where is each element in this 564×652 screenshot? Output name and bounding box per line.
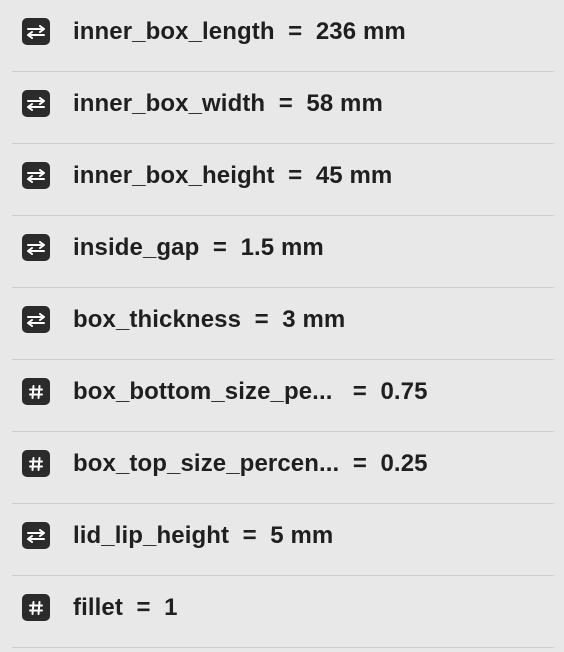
length-arrows-icon [22, 162, 50, 189]
parameter-value: 236 mm [315, 18, 406, 45]
parameter-name: inner_box_width [73, 90, 266, 117]
parameter-value: 0.75 [380, 378, 428, 405]
parameter-value: 1.5 mm [240, 234, 324, 261]
equals-sign: = [332, 378, 381, 405]
parameter-text: lid_lip_height = 5 mm [73, 522, 333, 550]
equals-sign: = [122, 594, 165, 621]
parameter-value: 1 [164, 594, 178, 621]
parameter-text: box_top_size_percen... = 0.25 [73, 450, 428, 478]
parameter-name: inner_box_length [73, 18, 275, 45]
parameter-row-box-top-size-percentage[interactable]: box_top_size_percen... = 0.25 [12, 432, 554, 504]
equals-sign: = [274, 18, 316, 45]
parameter-text: fillet = 1 [73, 594, 178, 622]
parameter-text: box_thickness = 3 mm [73, 306, 345, 334]
length-arrows-icon [22, 306, 50, 333]
parameter-value: 0.25 [380, 450, 428, 477]
length-arrows-icon [22, 522, 50, 549]
equals-sign: = [265, 90, 307, 117]
parameter-name: box_top_size_percen... [73, 450, 340, 477]
parameter-text: inner_box_length = 236 mm [73, 18, 406, 46]
length-arrows-icon [22, 90, 50, 117]
number-hash-icon [22, 594, 50, 621]
parameter-value: 45 mm [315, 162, 393, 189]
parameter-name: inside_gap [73, 234, 200, 261]
equals-sign: = [339, 450, 381, 477]
parameter-name: fillet [73, 594, 123, 621]
parameter-name: box_thickness [73, 306, 242, 333]
parameter-row-fillet[interactable]: fillet = 1 [12, 576, 554, 648]
length-arrows-icon [22, 18, 50, 45]
parameter-name: box_bottom_size_pe... [73, 378, 333, 405]
parameter-name: lid_lip_height [73, 522, 230, 549]
parameter-value: 3 mm [282, 306, 346, 333]
parameter-row-lid-lip-height[interactable]: lid_lip_height = 5 mm [12, 504, 554, 576]
parameter-name: inner_box_height [73, 162, 275, 189]
equals-sign: = [241, 306, 283, 333]
equals-sign: = [199, 234, 241, 261]
parameter-text: box_bottom_size_pe... = 0.75 [73, 378, 428, 406]
parameter-row-inner-box-length[interactable]: inner_box_length = 236 mm [12, 0, 554, 72]
parameter-text: inside_gap = 1.5 mm [73, 234, 324, 262]
equals-sign: = [274, 162, 316, 189]
number-hash-icon [22, 378, 50, 405]
parameter-row-box-bottom-size-percentage[interactable]: box_bottom_size_pe... = 0.75 [12, 360, 554, 432]
parameter-text: inner_box_height = 45 mm [73, 162, 392, 190]
parameter-text: inner_box_width = 58 mm [73, 90, 383, 118]
parameter-row-box-thickness[interactable]: box_thickness = 3 mm [12, 288, 554, 360]
number-hash-icon [22, 450, 50, 477]
parameter-row-inside-gap[interactable]: inside_gap = 1.5 mm [12, 216, 554, 288]
parameter-row-inner-box-height[interactable]: inner_box_height = 45 mm [12, 144, 554, 216]
parameter-list: inner_box_length = 236 mm inner_box_widt… [0, 0, 564, 652]
parameter-row-inner-box-width[interactable]: inner_box_width = 58 mm [12, 72, 554, 144]
parameter-value: 5 mm [270, 522, 334, 549]
parameter-value: 58 mm [306, 90, 383, 117]
length-arrows-icon [22, 234, 50, 261]
equals-sign: = [229, 522, 271, 549]
